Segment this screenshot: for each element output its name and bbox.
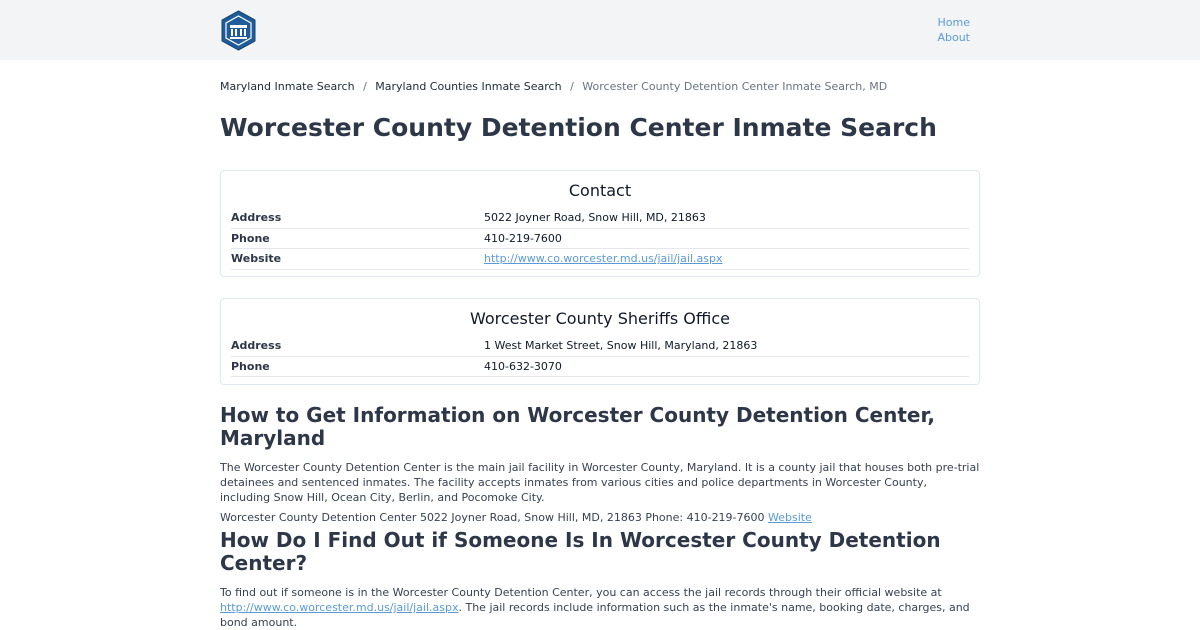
contact-website-link[interactable]: http://www.co.worcester.md.us/jail/jail.… [484, 252, 723, 265]
section-paragraph: The Worcester County Detention Center is… [220, 461, 980, 504]
row-value: 410-632-3070 [484, 359, 562, 373]
breadcrumb-maryland-counties[interactable]: Maryland Counties Inmate Search [375, 80, 561, 93]
breadcrumb-maryland-inmate-search[interactable]: Maryland Inmate Search [220, 80, 355, 93]
logo-icon[interactable] [220, 10, 257, 51]
jail-records-link[interactable]: http://www.co.worcester.md.us/jail/jail.… [220, 601, 459, 614]
paragraph-text: To find out if someone is in the Worcest… [220, 586, 942, 599]
nav-home-link[interactable]: Home [937, 15, 970, 30]
contact-card: Contact Address 5022 Joyner Road, Snow H… [220, 170, 980, 277]
top-nav: Home About [937, 15, 970, 45]
section-heading-find-out: How Do I Find Out if Someone Is In Worce… [220, 528, 941, 575]
row-label: Phone [231, 359, 270, 373]
breadcrumb-separator: / [570, 80, 574, 93]
nav-about-link[interactable]: About [937, 30, 970, 45]
sheriff-card-title: Worcester County Sheriffs Office [469, 309, 731, 328]
row-value: 410-219-7600 [484, 231, 562, 245]
contact-website-row: Website http://www.co.worcester.md.us/ja… [231, 249, 969, 270]
contact-card-title: Contact [568, 181, 632, 200]
breadcrumb: Maryland Inmate Search / Maryland Counti… [220, 80, 980, 94]
sheriff-phone-row: Phone 410-632-3070 [231, 357, 969, 377]
section-heading-get-info: How to Get Information on Worcester Coun… [220, 403, 935, 450]
breadcrumb-current: Worcester County Detention Center Inmate… [582, 80, 888, 93]
top-navbar: Home About [0, 0, 1200, 60]
sheriff-address-row: Address 1 West Market Street, Snow Hill,… [231, 336, 969, 357]
facility-website-link[interactable]: Website [768, 511, 812, 524]
facility-info-text: Worcester County Detention Center 5022 J… [220, 511, 765, 524]
row-value: 1 West Market Street, Snow Hill, Marylan… [484, 339, 758, 353]
row-label: Website [231, 252, 282, 266]
contact-address-row: Address 5022 Joyner Road, Snow Hill, MD,… [231, 208, 969, 229]
section-paragraph: To find out if someone is in the Worcest… [220, 585, 980, 630]
row-value: 5022 Joyner Road, Snow Hill, MD, 21863 [484, 211, 706, 225]
row-label: Phone [231, 231, 270, 245]
sheriff-card: Worcester County Sheriffs Office Address… [220, 298, 980, 385]
row-label: Address [231, 339, 282, 353]
row-label: Address [231, 211, 282, 225]
contact-phone-row: Phone 410-219-7600 [231, 229, 969, 249]
facility-info-line: Worcester County Detention Center 5022 J… [220, 510, 980, 525]
breadcrumb-separator: / [363, 80, 367, 93]
page-title: Worcester County Detention Center Inmate… [220, 113, 937, 142]
